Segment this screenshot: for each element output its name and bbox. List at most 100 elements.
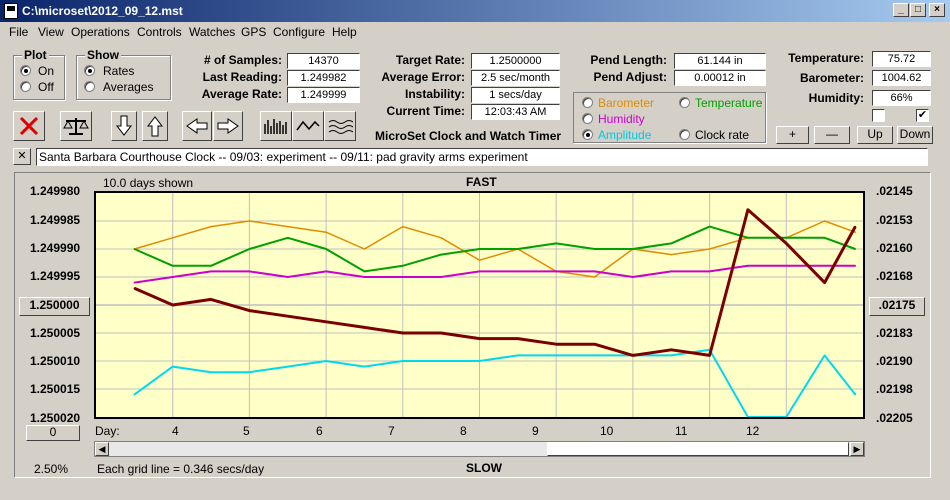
- data-point-clock-rate: [286, 315, 289, 317]
- scroll-thumb[interactable]: [547, 442, 849, 456]
- data-point-clock-rate: [402, 332, 404, 334]
- data-point-amplitude: [440, 360, 442, 362]
- pend-adjust-field[interactable]: 0.00012 in: [674, 70, 766, 86]
- temperature-radio[interactable]: [679, 97, 690, 108]
- data-point-barometer: [670, 253, 673, 256]
- data-point-barometer: [823, 220, 826, 222]
- y-left-tick: 1.249990: [30, 241, 81, 255]
- scroll-right-button[interactable]: [213, 111, 243, 141]
- data-point-clock-rate: [210, 298, 212, 301]
- data-point-humidity: [823, 265, 826, 267]
- data-point-humidity: [670, 270, 673, 273]
- data-point-humidity: [708, 270, 711, 273]
- line-graph-icon: [296, 120, 320, 131]
- histogram-button[interactable]: [260, 111, 292, 141]
- average-error-label: Average Error:: [381, 70, 465, 84]
- data-point-humidity: [632, 276, 634, 278]
- wave-button[interactable]: [324, 111, 356, 141]
- show-group-label: Show: [85, 48, 121, 62]
- menu-operations[interactable]: Operations: [71, 25, 130, 39]
- amplitude-legend-label: Amplitude: [598, 128, 652, 142]
- center-amplitude-button[interactable]: .02175: [869, 297, 925, 316]
- minimize-button[interactable]: _: [893, 3, 909, 17]
- scale-up-button[interactable]: Up: [857, 126, 893, 144]
- day-tick: 5: [243, 424, 250, 438]
- time-scrollbar[interactable]: ◀ ▶: [94, 441, 865, 457]
- data-point-amplitude: [402, 360, 404, 362]
- data-point-temperature: [171, 265, 174, 267]
- move-up-button[interactable]: [142, 111, 168, 141]
- data-point-clock-rate: [363, 326, 366, 329]
- close-button[interactable]: ×: [929, 3, 945, 17]
- show-averages-radio[interactable]: [84, 81, 95, 92]
- menu-file[interactable]: File: [9, 25, 28, 39]
- humidity-checkbox-1[interactable]: [872, 109, 885, 122]
- menu-gps[interactable]: GPS: [241, 25, 266, 39]
- samples-label: # of Samples:: [203, 53, 282, 67]
- data-point-barometer: [210, 225, 212, 228]
- show-averages-label: Averages: [103, 80, 154, 94]
- plot-on-radio[interactable]: [20, 65, 31, 76]
- notes-input[interactable]: Santa Barbara Courthouse Clock -- 09/03:…: [36, 148, 928, 166]
- target-rate-field[interactable]: 1.2500000: [471, 53, 560, 69]
- data-point-humidity: [854, 265, 857, 267]
- move-down-button[interactable]: [111, 111, 137, 141]
- day-tick: 12: [746, 424, 760, 438]
- data-point-clock-rate: [440, 332, 442, 334]
- data-point-barometer: [478, 259, 481, 261]
- menu-view[interactable]: View: [38, 25, 64, 39]
- menu-bar: File View Operations Controls Watches GP…: [0, 22, 950, 42]
- barometer-legend-label: Barometer: [598, 96, 655, 110]
- line-graph-button[interactable]: [292, 111, 324, 141]
- scale-minus-button[interactable]: —: [814, 126, 850, 144]
- data-point-clock-rate: [708, 354, 711, 357]
- show-rates-radio[interactable]: [84, 65, 95, 76]
- clock-rate-radio[interactable]: [679, 129, 690, 140]
- menu-help[interactable]: Help: [332, 25, 357, 39]
- data-point-humidity: [555, 270, 557, 273]
- data-point-amplitude: [171, 365, 174, 368]
- data-point-humidity: [478, 270, 481, 273]
- scroll-left-button[interactable]: [182, 111, 212, 141]
- data-point-temperature: [823, 237, 826, 239]
- humidity-radio[interactable]: [582, 113, 593, 124]
- barometer-field: 1004.62: [872, 70, 931, 86]
- barometer-radio[interactable]: [582, 97, 593, 108]
- data-point-temperature: [286, 237, 289, 239]
- data-point-clock-rate: [517, 337, 519, 340]
- amplitude-radio[interactable]: [582, 129, 593, 140]
- data-point-clock-rate: [785, 242, 788, 245]
- y-right-tick: .02205: [876, 411, 913, 425]
- menu-controls[interactable]: Controls: [137, 25, 182, 39]
- data-point-temperature: [210, 265, 212, 267]
- y-left-tick: 1.250015: [30, 382, 81, 396]
- menu-watches[interactable]: Watches: [189, 25, 235, 39]
- pend-length-field[interactable]: 61.144 in: [674, 53, 766, 69]
- scale-plus-button[interactable]: +: [776, 126, 809, 144]
- plot-area[interactable]: [94, 191, 865, 419]
- humidity-checkbox-2[interactable]: ✔: [916, 109, 929, 122]
- maximize-button[interactable]: □: [910, 3, 926, 17]
- y-right-tick: .02183: [876, 326, 913, 340]
- balance-button[interactable]: [60, 111, 92, 141]
- data-point-clock-rate: [632, 354, 634, 357]
- data-point-temperature: [478, 248, 481, 250]
- pend-adjust-label: Pend Adjust:: [593, 70, 667, 84]
- scale-down-button[interactable]: Down: [897, 126, 933, 144]
- scroll-right-arrow[interactable]: ▶: [850, 442, 864, 456]
- days-shown-label: 10.0 days shown: [103, 176, 194, 190]
- clear-button[interactable]: [13, 111, 45, 141]
- day-tick: 9: [532, 424, 539, 438]
- scroll-left-arrow[interactable]: ◀: [95, 442, 109, 456]
- y-right-tick: .02190: [876, 354, 913, 368]
- instability-label: Instability:: [404, 87, 465, 101]
- data-point-humidity: [286, 276, 289, 278]
- plot-off-radio[interactable]: [20, 81, 31, 92]
- notes-close-button[interactable]: ✕: [13, 148, 31, 165]
- data-point-amplitude: [670, 354, 673, 357]
- data-point-temperature: [363, 270, 366, 273]
- data-point-humidity: [747, 265, 749, 267]
- menu-configure[interactable]: Configure: [273, 25, 325, 39]
- zero-button[interactable]: 0: [26, 425, 80, 441]
- center-rate-button[interactable]: 1.250000: [19, 297, 90, 316]
